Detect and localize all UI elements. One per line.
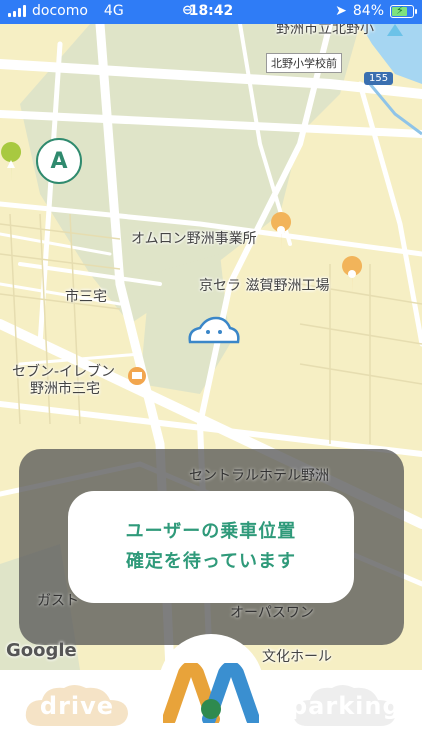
hotel-label: セントラルホテル野洲: [189, 468, 329, 484]
battery-percent: 84%: [352, 3, 384, 19]
time-label: 18:42: [188, 3, 234, 19]
location-arrow-icon: ➤: [335, 3, 347, 19]
link-icon: ⊖: [182, 3, 193, 18]
area-label: 市三宅: [65, 289, 107, 305]
waiting-message-line1: ユーザーの乗車位置: [125, 521, 297, 542]
drive-button[interactable]: drive: [22, 682, 132, 728]
google-logo: Google: [6, 640, 77, 661]
route-badge: 155: [364, 72, 394, 85]
waiting-message-line2: 確定を待っています: [125, 551, 297, 572]
opaswan-label: オーパスワン: [230, 605, 314, 621]
school-label: 野洲市立北野小: [276, 24, 374, 37]
battery-icon: ⚡: [390, 4, 417, 18]
kyocera-label: 京セラ 滋賀野洲工場: [199, 278, 330, 294]
bus-stop-label: 北野小学校前: [266, 53, 342, 73]
waiting-message-card: ユーザーの乗車位置 確定を待っています: [68, 491, 354, 603]
parking-button[interactable]: parking: [290, 682, 400, 728]
status-bar: docomo 4G ⊖ 18:42 ➤ 84% ⚡: [0, 0, 422, 24]
app-logo[interactable]: [162, 661, 260, 726]
compass-icon[interactable]: A: [36, 138, 82, 184]
drive-label: drive: [39, 692, 115, 720]
seven-eleven-label-2: 野洲市三宅: [30, 381, 100, 397]
parking-label: parking: [290, 692, 401, 720]
culture-hall-label: 文化ホール: [262, 649, 332, 665]
omron-label: オムロン野洲事業所: [131, 231, 257, 247]
